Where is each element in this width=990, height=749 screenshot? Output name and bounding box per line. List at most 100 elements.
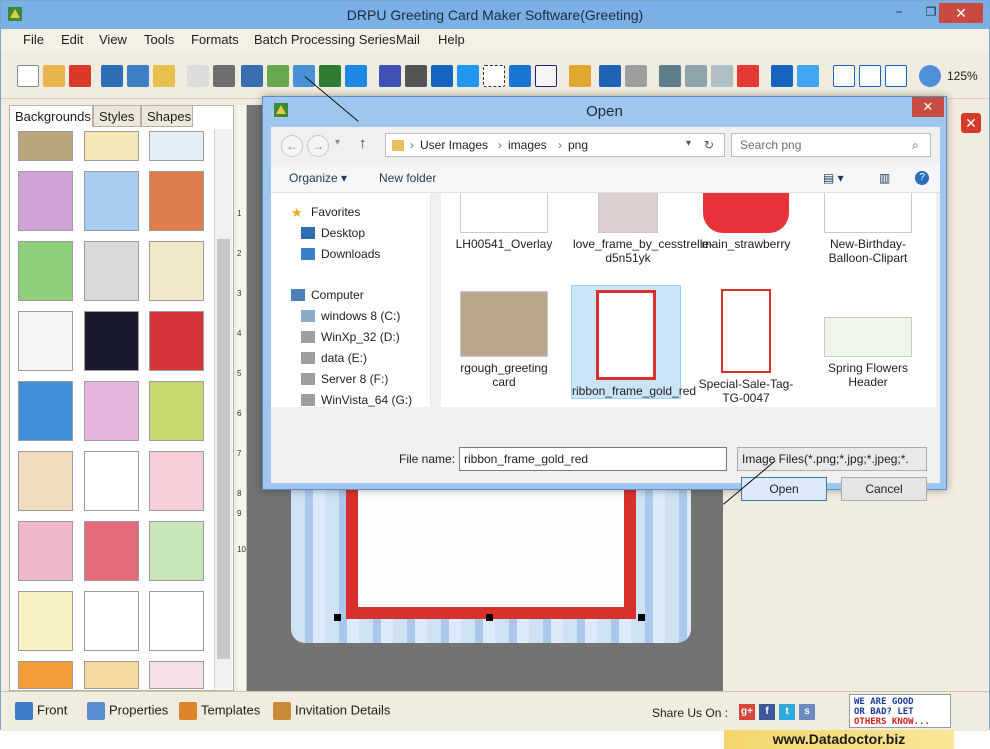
background-thumbnail[interactable]	[149, 381, 204, 441]
zoom-in-icon[interactable]	[919, 65, 941, 87]
bring-front-icon[interactable]	[771, 65, 793, 87]
background-thumbnail[interactable]	[84, 131, 139, 161]
file-item[interactable]: love_frame_by_cesstrelle-d5n51yk	[573, 193, 713, 265]
text-icon[interactable]	[431, 65, 453, 87]
background-thumbnail[interactable]	[84, 241, 139, 301]
background-thumbnail[interactable]	[18, 171, 73, 231]
background-thumbnail[interactable]	[84, 311, 139, 371]
file-item[interactable]: rgough_greeting card	[449, 291, 559, 389]
barcode-icon[interactable]	[405, 65, 427, 87]
resize-handle[interactable]	[334, 614, 341, 621]
tab-styles[interactable]: Styles	[93, 105, 141, 127]
background-thumbnail[interactable]	[18, 241, 73, 301]
resize-handle[interactable]	[486, 614, 493, 621]
facebook-icon[interactable]: f	[759, 704, 775, 720]
close-button[interactable]: ✕	[939, 3, 983, 23]
menu-file[interactable]: File	[23, 32, 44, 47]
twitter-icon[interactable]: t	[779, 704, 795, 720]
breadcrumb-png[interactable]: png	[568, 138, 588, 152]
background-thumbnail[interactable]	[149, 521, 204, 581]
invitation-details-button[interactable]: Invitation Details	[273, 702, 390, 724]
pen-icon[interactable]	[319, 65, 341, 87]
resize-handle[interactable]	[638, 614, 645, 621]
nav-drive[interactable]: windows 8 (C:)	[321, 309, 400, 323]
background-thumbnail[interactable]	[18, 131, 73, 161]
file-item[interactable]: Special-Sale-Tag-TG-0047	[691, 289, 801, 405]
organize-button[interactable]: Organize ▾	[289, 171, 347, 185]
save-icon[interactable]	[101, 65, 123, 87]
background-thumbnail[interactable]	[84, 171, 139, 231]
symbol-icon[interactable]	[483, 65, 505, 87]
up-icon[interactable]: ↑	[359, 135, 367, 152]
nav-drive[interactable]: data (E:)	[321, 351, 367, 365]
new-folder-button[interactable]: New folder	[379, 171, 436, 185]
background-thumbnail[interactable]	[149, 311, 204, 371]
menu-help[interactable]: Help	[438, 32, 465, 47]
nav-desktop[interactable]: Desktop	[321, 226, 365, 240]
fit-window-icon[interactable]	[885, 65, 907, 87]
file-item[interactable]: Spring Flowers Header	[813, 317, 923, 389]
background-icon[interactable]	[241, 65, 263, 87]
file-item[interactable]: main_strawberry	[691, 193, 801, 251]
send-back-icon[interactable]	[797, 65, 819, 87]
panel-scrollbar[interactable]	[214, 129, 232, 689]
file-item[interactable]: New-Birthday-Balloon-Clipart	[813, 193, 923, 265]
background-thumbnail[interactable]	[149, 591, 204, 651]
copy-icon[interactable]	[685, 65, 707, 87]
feedback-badge[interactable]: WE ARE GOOD OR BAD? LET OTHERS KNOW...	[849, 694, 951, 728]
cancel-button[interactable]: Cancel	[841, 477, 927, 501]
breadcrumb-images[interactable]: images	[508, 138, 547, 152]
image-edit-icon[interactable]	[267, 65, 289, 87]
ribbon-frame-image[interactable]	[346, 471, 636, 619]
help-icon[interactable]: ?	[915, 171, 929, 185]
background-thumbnail[interactable]	[84, 451, 139, 511]
print-preview-icon[interactable]	[187, 65, 209, 87]
background-thumbnail[interactable]	[84, 521, 139, 581]
background-thumbnail[interactable]	[149, 661, 204, 689]
close-doc-icon[interactable]	[69, 65, 91, 87]
background-thumbnail[interactable]	[149, 131, 204, 161]
delete-icon[interactable]	[737, 65, 759, 87]
redo-icon[interactable]	[625, 65, 647, 87]
actual-size-icon[interactable]	[859, 65, 881, 87]
properties-button[interactable]: Properties	[87, 702, 168, 724]
background-thumbnail[interactable]	[18, 521, 73, 581]
nav-drive[interactable]: WinXp_32 (D:)	[321, 330, 400, 344]
recent-locations-icon[interactable]: ▾	[335, 137, 340, 148]
menu-tools[interactable]: Tools	[144, 32, 174, 47]
close-panel-icon[interactable]: ✕	[961, 113, 981, 133]
menu-batch-processing[interactable]: Batch Processing Series	[254, 32, 396, 47]
forward-icon[interactable]: →	[307, 135, 329, 157]
background-thumbnail[interactable]	[84, 661, 139, 689]
address-dropdown-icon[interactable]: ▾	[686, 138, 691, 149]
nav-drive[interactable]: Server 8 (F:)	[321, 372, 388, 386]
search-input[interactable]: Search png ⌕	[731, 133, 931, 157]
view-options-icon[interactable]: ▤ ▾	[823, 171, 844, 185]
menu-formats[interactable]: Formats	[191, 32, 239, 47]
refresh-icon[interactable]: ↻	[704, 138, 714, 152]
wordart-icon[interactable]	[379, 65, 401, 87]
background-thumbnail[interactable]	[84, 591, 139, 651]
file-item-selected[interactable]: ribbon_frame_gold_red	[571, 285, 696, 399]
fill-icon[interactable]	[345, 65, 367, 87]
tab-shapes[interactable]: Shapes	[141, 105, 193, 127]
export-icon[interactable]	[153, 65, 175, 87]
background-thumbnail[interactable]	[18, 661, 73, 689]
new-icon[interactable]	[17, 65, 39, 87]
dialog-close-button[interactable]: ✕	[912, 97, 944, 117]
open-folder-icon[interactable]	[43, 65, 65, 87]
font-icon[interactable]	[457, 65, 479, 87]
grid-icon[interactable]	[833, 65, 855, 87]
cut-icon[interactable]	[659, 65, 681, 87]
nav-downloads[interactable]: Downloads	[321, 247, 380, 261]
menu-mail[interactable]: Mail	[396, 32, 420, 47]
file-item[interactable]: LH00541_Overlay	[449, 193, 559, 251]
breadcrumb-user-images[interactable]: User Images	[420, 138, 488, 152]
minimize-button[interactable]: −	[887, 3, 911, 21]
nav-drive[interactable]: WinVista_64 (G:)	[321, 393, 412, 407]
menu-edit[interactable]: Edit	[61, 32, 83, 47]
database-icon[interactable]	[569, 65, 591, 87]
tab-backgrounds[interactable]: Backgrounds	[9, 105, 93, 127]
background-thumbnail[interactable]	[18, 591, 73, 651]
background-thumbnail[interactable]	[84, 381, 139, 441]
